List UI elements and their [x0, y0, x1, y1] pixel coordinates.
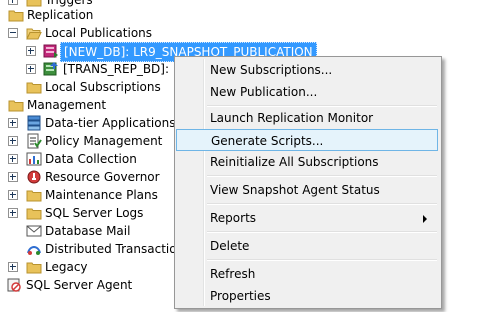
expand-toggle[interactable]: [26, 64, 36, 74]
tree-node-label: Resource Governor: [45, 170, 160, 184]
menu-item-delete[interactable]: Delete: [177, 235, 437, 257]
menu-item-view-snapshot-agent-status[interactable]: View Snapshot Agent Status: [177, 179, 437, 201]
menu-separator: [207, 175, 437, 177]
tree-node-database-mail[interactable]: Database Mail: [0, 222, 176, 240]
tree-node-publication-trans-rep[interactable]: [TRANS_REP_BD]: LR: [0, 60, 188, 78]
data-collection-icon: [26, 152, 42, 166]
tree-node-local-subscriptions[interactable]: Local Subscriptions: [0, 78, 176, 96]
tree-node-policy-management[interactable]: Policy Management: [0, 132, 176, 150]
expand-toggle[interactable]: [8, 262, 18, 272]
menu-item-new-subscriptions[interactable]: New Subscriptions...: [177, 59, 437, 81]
data-tier-icon: [27, 115, 41, 131]
tree-node-label: Data Collection: [45, 152, 137, 166]
tree-node-label: [TRANS_REP_BD]: LR: [63, 62, 188, 76]
folder-icon: [8, 100, 24, 112]
menu-separator: [207, 203, 437, 205]
menu-item-properties[interactable]: Properties: [177, 285, 437, 307]
menu-separator: [207, 231, 437, 233]
tree-node-label: Distributed Transaction C: [45, 242, 176, 256]
tree-node-label: Legacy: [45, 260, 88, 274]
expand-toggle[interactable]: [8, 190, 18, 200]
tree-node-sql-server-agent[interactable]: SQL Server Agent: [0, 276, 160, 294]
context-menu: New Subscriptions... New Publication... …: [174, 56, 442, 309]
tree-node-data-tier-applications[interactable]: Data-tier Applications: [0, 114, 176, 132]
tree-node-label: Local Publications: [45, 26, 153, 40]
menu-item-launch-replication-monitor[interactable]: Launch Replication Monitor: [177, 107, 437, 129]
dtc-icon: [27, 246, 41, 255]
tree-node-label: Database Mail: [45, 224, 131, 238]
folder-icon: [26, 208, 42, 220]
tree-node-label: Data-tier Applications: [45, 116, 176, 130]
folder-icon: [26, 262, 42, 274]
expand-toggle[interactable]: [8, 0, 18, 5]
menu-item-reinitialize-all-subscriptions[interactable]: Reinitialize All Subscriptions: [177, 151, 437, 173]
expand-toggle[interactable]: [8, 208, 18, 218]
submenu-arrow-icon: [423, 215, 427, 223]
collapse-toggle[interactable]: [8, 28, 18, 38]
tree-node-label: Maintenance Plans: [45, 188, 158, 202]
menu-item-generate-scripts[interactable]: Generate Scripts...: [176, 129, 438, 151]
expand-toggle[interactable]: [8, 136, 18, 146]
expand-toggle[interactable]: [8, 172, 18, 182]
transactional-publication-icon: [43, 62, 58, 76]
tree-node-replication[interactable]: Replication: [0, 6, 120, 24]
expand-toggle[interactable]: [8, 118, 18, 128]
folder-icon: [8, 10, 24, 22]
tree-node-label: Replication: [27, 8, 94, 22]
snapshot-publication-icon: [43, 44, 58, 58]
tree-node-label: SQL Server Logs: [45, 206, 144, 220]
tree-node-label: Local Subscriptions: [45, 80, 161, 94]
menu-separator: [207, 259, 437, 261]
menu-item-reports[interactable]: Reports: [177, 207, 437, 229]
expand-toggle[interactable]: [8, 154, 18, 164]
resource-governor-icon: [27, 170, 41, 184]
tree-node-label: SQL Server Agent: [26, 278, 133, 292]
folder-open-icon: [26, 28, 42, 40]
tree-node-distributed-transaction[interactable]: Distributed Transaction C: [0, 240, 176, 258]
expand-toggle[interactable]: [26, 46, 36, 56]
mail-icon: [26, 225, 42, 237]
tree-node-legacy[interactable]: Legacy: [0, 258, 120, 276]
tree-node-resource-governor[interactable]: Resource Governor: [0, 168, 176, 186]
sql-agent-icon: [7, 278, 21, 292]
tree-node-maintenance-plans[interactable]: Maintenance Plans: [0, 186, 176, 204]
menu-item-new-publication[interactable]: New Publication...: [177, 81, 437, 103]
tree-node-local-publications[interactable]: Local Publications: [0, 24, 160, 42]
folder-icon: [26, 82, 42, 94]
folder-icon: [26, 190, 42, 202]
tree-node-sql-server-logs[interactable]: SQL Server Logs: [0, 204, 176, 222]
tree-node-management[interactable]: Management: [0, 96, 120, 114]
menu-item-refresh[interactable]: Refresh: [177, 263, 437, 285]
tree-node-label: Policy Management: [45, 134, 163, 148]
tree-node-label: Management: [27, 98, 107, 112]
tree-node-data-collection[interactable]: Data Collection: [0, 150, 176, 168]
policy-icon: [27, 133, 42, 149]
